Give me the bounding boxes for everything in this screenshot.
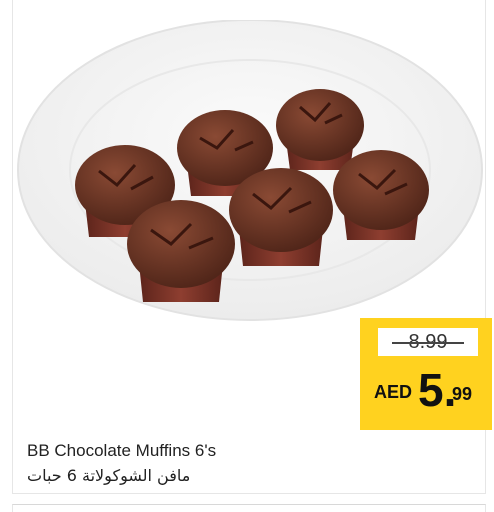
product-name-en[interactable]: BB Chocolate Muffins 6's [27, 441, 216, 461]
price-tag: 8.99 AED 5. 99 [360, 318, 492, 430]
chocolate-muffins-plate-image [17, 20, 483, 321]
muffin [229, 168, 333, 266]
muffin [333, 150, 429, 240]
old-price: 8.99 [378, 328, 478, 356]
new-price-decimal: 99 [452, 384, 473, 404]
strikethrough-line [392, 342, 464, 344]
muffin [127, 200, 235, 302]
product-card[interactable]: 8.99 AED 5. 99 BB Chocolate Muffins 6's … [12, 0, 492, 494]
new-price-integer: 5. [418, 364, 457, 416]
next-product-card[interactable] [12, 504, 486, 512]
currency-label: AED [374, 382, 413, 402]
muffin [276, 89, 364, 170]
product-name-ar[interactable]: مافن الشوكولاتة 6 حبات [27, 466, 190, 485]
